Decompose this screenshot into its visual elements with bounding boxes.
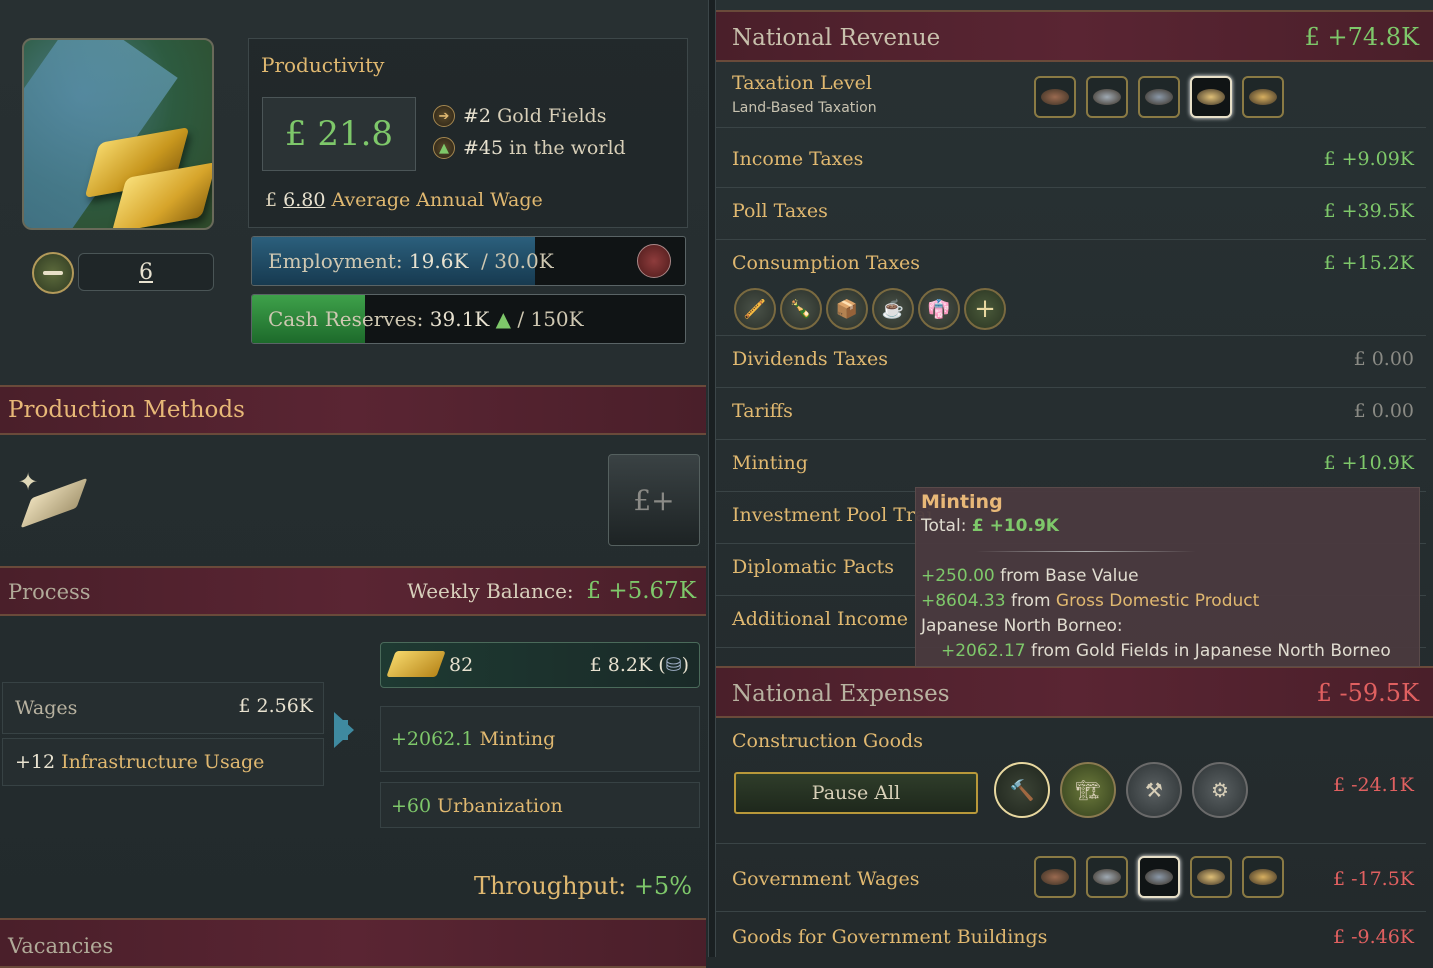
subsidize-button[interactable]: £+ bbox=[608, 454, 700, 546]
productivity-value: £ 21.8 bbox=[262, 97, 416, 171]
arrow-right-icon: ➔ bbox=[433, 105, 455, 127]
revenue-row-value: £ +15.2K bbox=[1323, 252, 1414, 274]
level-option-icon[interactable] bbox=[1138, 76, 1180, 118]
average-wage[interactable]: £ 6.80 Average Annual Wage bbox=[265, 189, 543, 211]
coins-icon: ⛁ bbox=[665, 654, 682, 676]
panel-divider bbox=[708, 0, 716, 957]
level-option-icon[interactable] bbox=[1190, 856, 1232, 898]
revenue-row[interactable]: Tariffs £ 0.00 bbox=[716, 388, 1426, 440]
building-panel: 6 Productivity £ 21.8 ➔ #2 Gold Fields ▲… bbox=[0, 0, 708, 968]
gold-output[interactable]: 82 £ 8.2K (⛁) bbox=[380, 642, 700, 688]
national-revenue-header: National Revenue £ +74.8K bbox=[716, 10, 1433, 62]
productivity-title: Productivity bbox=[261, 53, 385, 77]
production-methods-header: Production Methods bbox=[0, 385, 706, 435]
gold-fields-portrait bbox=[22, 38, 214, 230]
construction-icon[interactable]: 🏗 bbox=[1060, 762, 1116, 818]
revenue-row[interactable]: Poll Taxes £ +39.5K bbox=[716, 188, 1426, 240]
government-wages-selector bbox=[1034, 856, 1284, 898]
level-option-icon[interactable] bbox=[1086, 856, 1128, 898]
revenue-row-label: Minting bbox=[732, 452, 808, 474]
revenue-row-value: £ +39.5K bbox=[1323, 200, 1414, 222]
national-expenses-header: National Expenses £ -59.5K bbox=[716, 666, 1433, 718]
revenue-row-label: Dividends Taxes bbox=[732, 348, 888, 370]
liquor-icon[interactable]: 🍾 bbox=[780, 288, 822, 330]
vacancies-header: Vacancies bbox=[0, 918, 706, 968]
urbanization-output[interactable]: +60 Urbanization bbox=[380, 782, 700, 828]
consumption-goods-list: 🪈 🍾 📦 ☕ 👘 + bbox=[734, 288, 1006, 330]
infrastructure-input[interactable]: +12 Infrastructure Usage bbox=[2, 738, 324, 786]
gold-mining-method-icon[interactable]: ✦ bbox=[18, 468, 88, 536]
hammer-saw-icon[interactable]: 🔨 bbox=[994, 762, 1050, 818]
construction-speed-selector: 🔨 🏗 ⚒ ⚙ bbox=[994, 762, 1248, 818]
revenue-row-value: £ +9.09K bbox=[1323, 148, 1414, 170]
process-arrow-icon bbox=[334, 712, 354, 748]
level-option-icon[interactable] bbox=[1086, 76, 1128, 118]
revenue-row-value: £ 0.00 bbox=[1353, 348, 1414, 370]
pop-icon[interactable] bbox=[637, 244, 671, 278]
revenue-row-label: Diplomatic Pacts bbox=[732, 556, 895, 578]
revenue-row-label: Investment Pool Trai bbox=[732, 504, 933, 526]
tobacco-pipe-icon[interactable]: 🪈 bbox=[734, 288, 776, 330]
pause-all-button[interactable]: Pause All bbox=[734, 772, 978, 814]
rank-domestic[interactable]: ➔ #2 Gold Fields bbox=[433, 105, 606, 127]
opium-icon[interactable]: 📦 bbox=[826, 288, 868, 330]
level-option-icon[interactable] bbox=[1242, 856, 1284, 898]
cash-reserves-bar[interactable]: Cash Reserves: 39.1K ▲ / 150K bbox=[251, 294, 686, 344]
revenue-row-label: Income Taxes bbox=[732, 148, 864, 170]
revenue-row-value: £ +10.9K bbox=[1323, 452, 1414, 474]
level-option-icon[interactable] bbox=[1034, 856, 1076, 898]
productivity-panel: Productivity £ 21.8 ➔ #2 Gold Fields ▲ #… bbox=[248, 38, 688, 228]
gold-icon bbox=[386, 651, 446, 677]
employment-bar[interactable]: Employment: 19.6K / 30.0K bbox=[251, 236, 686, 286]
revenue-row[interactable]: Minting £ +10.9K bbox=[716, 440, 1426, 492]
minting-output[interactable]: +2062.1 Minting bbox=[380, 706, 700, 772]
revenue-row[interactable]: Income Taxes £ +9.09K bbox=[716, 136, 1426, 188]
taxation-level-selector bbox=[1034, 76, 1284, 118]
throughput[interactable]: Throughput: +5% bbox=[474, 872, 692, 900]
tea-icon[interactable]: ☕ bbox=[872, 288, 914, 330]
arrow-up-icon: ▲ bbox=[433, 137, 455, 159]
wages-input[interactable]: Wages £ 2.56K bbox=[2, 682, 324, 734]
revenue-row-value: £ 0.00 bbox=[1353, 400, 1414, 422]
construction-max-icon[interactable]: ⚙ bbox=[1192, 762, 1248, 818]
minting-tooltip: Minting Total: £ +10.9K +250.00 from Bas… bbox=[915, 487, 1420, 667]
construction-fast-icon[interactable]: ⚒ bbox=[1126, 762, 1182, 818]
revenue-row-label: Consumption Taxes bbox=[732, 252, 921, 274]
sparkle-icon: ✦ bbox=[18, 468, 39, 496]
level-option-icon[interactable] bbox=[1190, 76, 1232, 118]
revenue-row-label: Tariffs bbox=[732, 400, 793, 422]
downsize-button[interactable] bbox=[32, 252, 74, 294]
level-option-icon[interactable] bbox=[1242, 76, 1284, 118]
add-consumption-tax-button[interactable]: + bbox=[964, 288, 1006, 330]
budget-panel: National Revenue £ +74.8K Taxation Level… bbox=[716, 0, 1433, 957]
government-buildings-row: Goods for Government Buildings £ -9.46K bbox=[732, 926, 1414, 948]
process-header: Process Weekly Balance: £ +5.67K bbox=[0, 566, 706, 616]
level-option-icon[interactable] bbox=[1034, 76, 1076, 118]
revenue-row-label: Additional Income bbox=[732, 608, 909, 630]
trend-up-icon: ▲ bbox=[495, 307, 512, 331]
rank-world[interactable]: ▲ #45 in the world bbox=[433, 137, 626, 159]
building-level[interactable]: 6 bbox=[78, 253, 214, 291]
level-option-icon[interactable] bbox=[1138, 856, 1180, 898]
revenue-row-label: Poll Taxes bbox=[732, 200, 828, 222]
fine-clothes-icon[interactable]: 👘 bbox=[918, 288, 960, 330]
revenue-row[interactable]: Dividends Taxes £ 0.00 bbox=[716, 336, 1426, 388]
